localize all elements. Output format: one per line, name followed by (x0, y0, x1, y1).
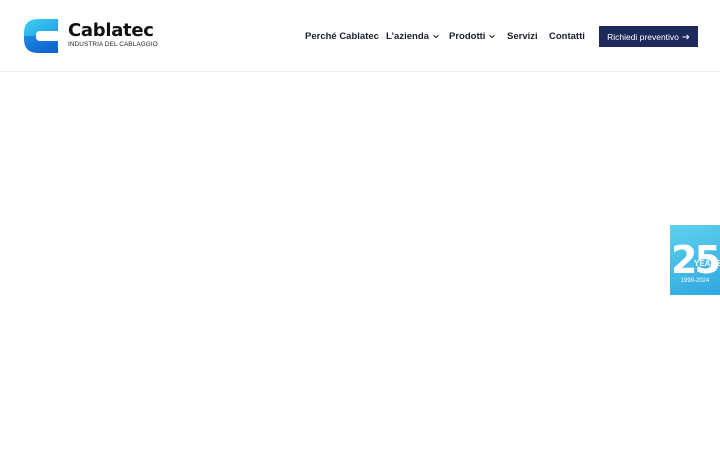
nav-item-label: Perché Cablatec (305, 31, 379, 42)
request-quote-button[interactable]: Richiedi preventivo (599, 26, 698, 47)
chevron-down-icon (433, 29, 443, 45)
anniversary-25-years-mark: 25 YEARS (671, 238, 720, 277)
badge-years-range: 1999-2024 (680, 278, 710, 284)
nav-item-servizi[interactable]: Servizi (507, 29, 538, 45)
site-logo[interactable]: Cablatec INDUSTRIA DEL CABLAGGIO (24, 19, 164, 55)
nav-item-azienda[interactable]: L'azienda (386, 29, 443, 45)
arrow-right-icon (682, 33, 690, 40)
nav-item-prodotti[interactable]: Prodotti (449, 29, 499, 45)
nav-item-label: Servizi (507, 31, 538, 42)
brand-name: Cablatec (68, 20, 154, 41)
request-quote-label: Richiedi preventivo (607, 31, 679, 42)
site-header: Cablatec INDUSTRIA DEL CABLAGGIO Perché … (0, 0, 720, 72)
badge-number: 25 (671, 238, 718, 277)
nav-item-label: Prodotti (449, 31, 486, 42)
nav-item-contatti[interactable]: Contatti (549, 29, 585, 45)
anniversary-badge[interactable]: 25 YEARS 1999-2024 (670, 225, 720, 295)
brand-tagline: INDUSTRIA DEL CABLAGGIO (68, 41, 158, 48)
cablatec-logo-icon (24, 19, 58, 53)
badge-unit: YEARS (694, 259, 720, 268)
nav-item-label: L'azienda (386, 31, 429, 42)
chevron-down-icon (489, 29, 499, 45)
nav-item-perche-cablatec[interactable]: Perché Cablatec (305, 29, 379, 45)
nav-item-label: Contatti (549, 31, 585, 42)
